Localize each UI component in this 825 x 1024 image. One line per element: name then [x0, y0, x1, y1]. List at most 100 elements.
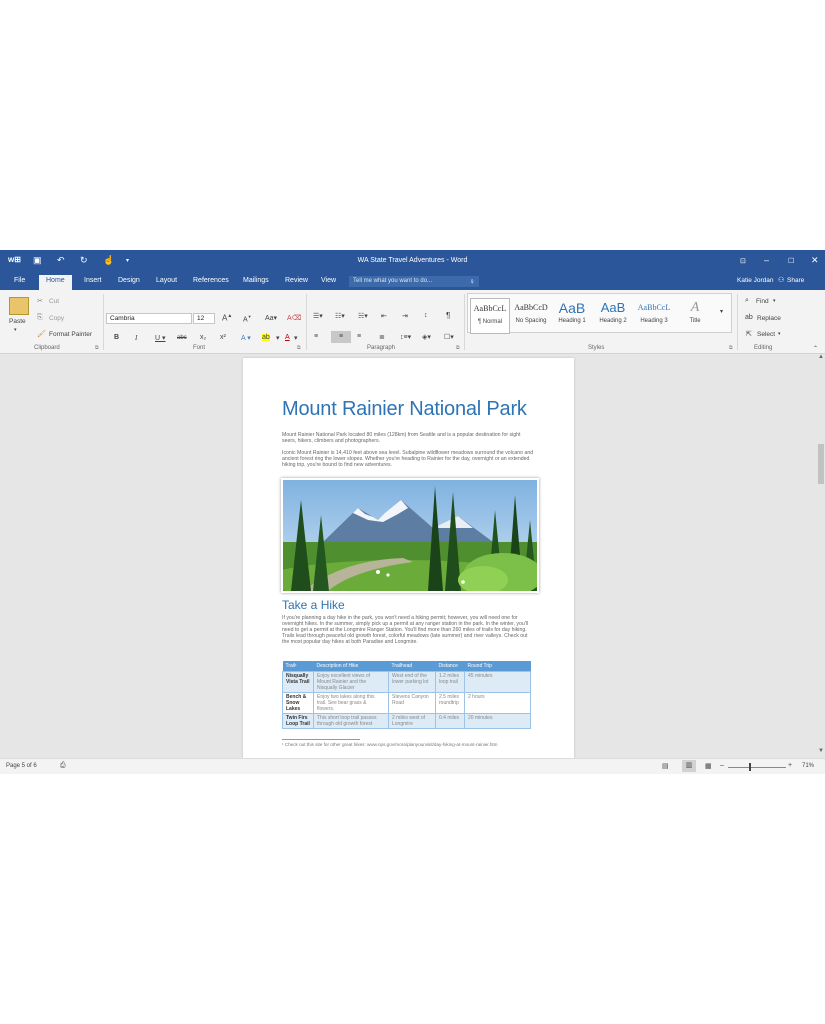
font-name-box[interactable]: Cambria: [106, 313, 192, 324]
format-painter-button[interactable]: Format Painter: [49, 331, 92, 338]
table-header: Description of Hike: [313, 661, 389, 672]
ribbon-tabs: File Home Insert Design Layout Reference…: [0, 273, 825, 290]
paste-button[interactable]: Paste: [9, 318, 26, 325]
tell-me-search[interactable]: Tell me what you want to do... ♀: [349, 276, 479, 287]
font-color-dropdown-icon[interactable]: ▾: [294, 334, 298, 342]
read-mode-icon[interactable]: ▤: [662, 762, 669, 770]
ribbon-display-options-icon[interactable]: ⊡: [740, 257, 746, 265]
select-dropdown-icon[interactable]: ▾: [778, 331, 781, 337]
minimize-icon[interactable]: –: [764, 255, 769, 265]
increase-indent-icon[interactable]: ⇥: [402, 312, 408, 320]
paste-dropdown-icon[interactable]: ▾: [14, 327, 17, 333]
bold-icon[interactable]: B: [114, 334, 119, 341]
strikethrough-icon[interactable]: abc: [177, 335, 187, 341]
tab-review[interactable]: Review: [285, 277, 308, 284]
collapse-ribbon-icon[interactable]: ⌃: [813, 345, 818, 352]
style-preview: AaB: [600, 300, 626, 315]
find-button[interactable]: Find: [756, 298, 769, 305]
clear-formatting-icon[interactable]: A⌫: [287, 314, 302, 322]
table-cell: Twin Firs Loop Trail: [282, 713, 314, 729]
font-color-icon[interactable]: A: [285, 334, 290, 341]
justify-icon[interactable]: ≣: [379, 333, 385, 341]
close-icon[interactable]: ✕: [811, 255, 819, 266]
font-launcher-icon[interactable]: ⧉: [297, 345, 301, 351]
style-title[interactable]: A Title: [675, 298, 715, 334]
scissors-icon: ✂: [37, 298, 43, 305]
tab-mailings[interactable]: Mailings: [243, 277, 269, 284]
tab-design[interactable]: Design: [118, 277, 140, 284]
decrease-indent-icon[interactable]: ⇤: [381, 312, 387, 320]
tab-view[interactable]: View: [321, 277, 336, 284]
select-button[interactable]: Select: [757, 331, 775, 338]
align-left-icon[interactable]: ≡: [314, 333, 318, 340]
style-name: Title: [689, 318, 701, 324]
scroll-up-icon[interactable]: ▲: [818, 354, 824, 360]
zoom-level[interactable]: 71%: [802, 763, 814, 769]
subscript-icon[interactable]: x₂: [200, 334, 206, 341]
align-right-icon[interactable]: ≡: [357, 333, 361, 340]
style-heading-1[interactable]: AaB Heading 1: [552, 298, 592, 334]
share-button[interactable]: Share: [787, 277, 804, 284]
grow-font-icon[interactable]: A▲: [222, 313, 232, 323]
print-layout-icon[interactable]: ▥: [682, 760, 696, 772]
scrollbar-thumb[interactable]: [818, 444, 824, 484]
tab-insert[interactable]: Insert: [84, 277, 102, 284]
paragraph-launcher-icon[interactable]: ⧉: [456, 345, 460, 351]
italic-icon[interactable]: I: [135, 334, 137, 342]
document-page[interactable]: Mount Rainier National Park Mount Rainie…: [243, 358, 574, 758]
scroll-down-icon[interactable]: ▼: [818, 748, 824, 754]
zoom-slider-thumb[interactable]: [749, 763, 751, 771]
lightbulb-icon: ♀: [469, 277, 475, 286]
numbering-icon[interactable]: ☷▾: [335, 312, 345, 320]
line-spacing-icon[interactable]: ↕≡▾: [400, 333, 411, 341]
user-name[interactable]: Katie Jordan: [737, 277, 774, 284]
change-case-icon[interactable]: Aa▾: [265, 314, 277, 322]
footnote-separator: [282, 739, 360, 740]
tab-home[interactable]: Home: [39, 275, 72, 290]
tab-layout[interactable]: Layout: [156, 277, 177, 284]
shading-icon[interactable]: ◈▾: [422, 333, 431, 341]
align-center-icon[interactable]: ≡: [331, 331, 351, 343]
tab-references[interactable]: References: [193, 277, 229, 284]
paste-icon[interactable]: [9, 297, 29, 315]
tab-file[interactable]: File: [14, 277, 25, 284]
replace-button[interactable]: Replace: [757, 315, 781, 322]
replace-icon: ab: [745, 314, 753, 321]
font-size-box[interactable]: 12: [193, 313, 215, 324]
borders-icon[interactable]: ☐▾: [444, 333, 454, 341]
cut-button[interactable]: Cut: [49, 298, 59, 305]
copy-icon: ⎘: [37, 314, 43, 321]
highlight-dropdown-icon[interactable]: ▾: [276, 334, 280, 342]
style-normal[interactable]: AaBbCcL ¶ Normal: [470, 298, 510, 334]
style-heading-3[interactable]: AaBbCcL Heading 3: [634, 298, 674, 334]
page-count[interactable]: Page 5 of 6: [6, 763, 37, 769]
multilevel-list-icon[interactable]: ☵▾: [358, 312, 368, 320]
table-cell: 2 miles west of Longmire: [388, 713, 436, 729]
bullets-icon[interactable]: ☰▾: [313, 312, 323, 320]
superscript-icon[interactable]: x²: [220, 334, 226, 341]
styles-more-icon[interactable]: ▾: [720, 308, 723, 315]
style-heading-2[interactable]: AaB Heading 2: [593, 298, 633, 334]
web-layout-icon[interactable]: ▦: [705, 762, 712, 770]
text-effects-icon[interactable]: A ▾: [241, 334, 251, 342]
style-no-spacing[interactable]: AaBbCcD No Spacing: [511, 298, 551, 334]
font-size-value: 12: [197, 315, 205, 322]
maximize-icon[interactable]: ☐: [788, 257, 794, 265]
copy-button[interactable]: Copy: [49, 315, 64, 322]
shrink-font-icon[interactable]: A▼: [243, 314, 252, 323]
vertical-scrollbar[interactable]: ▲ ▼: [817, 354, 825, 754]
underline-icon[interactable]: U ▾: [155, 334, 166, 342]
highlight-icon[interactable]: ab: [262, 334, 270, 341]
zoom-slider[interactable]: [728, 767, 786, 768]
zoom-in-icon[interactable]: +: [788, 762, 792, 769]
show-formatting-marks-icon[interactable]: ¶: [446, 311, 450, 320]
find-dropdown-icon[interactable]: ▾: [773, 298, 776, 304]
clipboard-launcher-icon[interactable]: ⧉: [95, 345, 99, 351]
styles-launcher-icon[interactable]: ⧉: [729, 345, 733, 351]
proofing-icon[interactable]: ⎙: [60, 762, 66, 770]
find-icon: ⌕: [745, 297, 749, 304]
mountain-photo[interactable]: [281, 478, 539, 593]
zoom-out-icon[interactable]: –: [720, 762, 724, 769]
sort-icon[interactable]: ↕: [424, 312, 428, 319]
table-header-row: Trail¹ Description of Hike Trailhead Dis…: [282, 661, 531, 672]
